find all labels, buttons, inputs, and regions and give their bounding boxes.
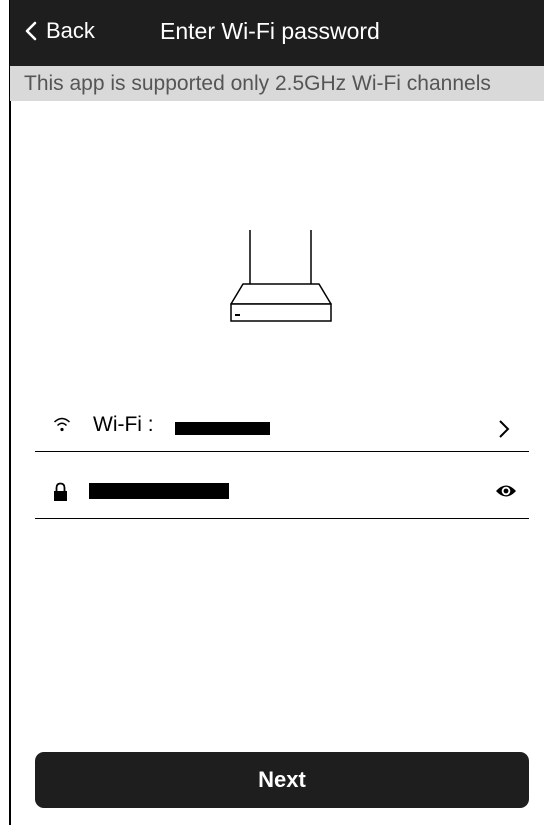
page-title: Enter Wi-Fi password: [160, 18, 380, 44]
password-row: [35, 470, 529, 519]
wifi-network-row[interactable]: Wi-Fi :: [35, 403, 529, 452]
lock-icon: [54, 482, 67, 501]
back-button[interactable]: Back: [24, 16, 95, 46]
back-label: Back: [46, 18, 95, 43]
notice-banner: This app is supported only 2.5GHz Wi-Fi …: [10, 66, 544, 101]
wifi-icon: [53, 417, 71, 432]
next-button[interactable]: Next: [35, 752, 529, 808]
app-header: Back Enter Wi-Fi password: [10, 0, 544, 66]
chevron-left-icon: [25, 21, 37, 41]
wifi-network-name: [175, 422, 270, 435]
password-input[interactable]: [89, 483, 229, 499]
router-icon: [230, 230, 332, 322]
chevron-right-icon: [499, 420, 510, 438]
eye-icon[interactable]: [495, 483, 517, 499]
wifi-label: Wi-Fi :: [93, 413, 154, 436]
left-border: [9, 0, 11, 825]
